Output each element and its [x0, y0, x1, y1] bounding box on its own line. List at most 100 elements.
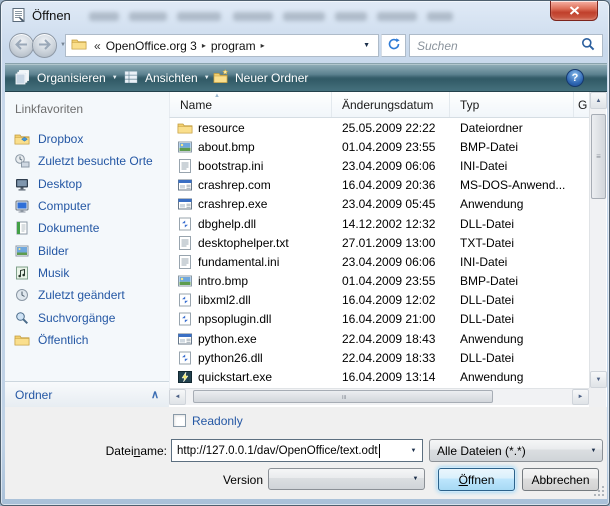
folders-expander[interactable]: Ordner ∧ — [5, 381, 169, 407]
computer-icon — [14, 198, 30, 214]
forward-button[interactable] — [32, 33, 57, 58]
table-row[interactable]: npsoplugin.dll16.04.2009 21:00DLL-Datei — [170, 310, 589, 329]
scroll-up-button[interactable]: ▲ — [590, 92, 607, 109]
sidebar-item-searches[interactable]: Suchvorgänge — [5, 306, 169, 328]
table-row[interactable]: python26.dll22.04.2009 18:33DLL-Datei — [170, 348, 589, 367]
breadcrumb-segment-openoffice[interactable]: OpenOffice.org 3 — [106, 39, 197, 53]
resize-grip[interactable] — [593, 485, 605, 497]
filename-dropdown-icon[interactable]: ▼ — [405, 440, 422, 461]
image-file-icon — [177, 139, 193, 155]
readonly-checkbox[interactable] — [173, 414, 186, 427]
breadcrumb[interactable]: « OpenOffice.org 3 ▸ program ▸ ▼ — [65, 34, 379, 57]
breadcrumb-separator-icon[interactable]: ▸ — [202, 41, 206, 50]
sidebar-item-documents[interactable]: Dokumente — [5, 217, 169, 239]
column-header-name[interactable]: Name — [170, 92, 332, 117]
file-date-cell: 01.04.2009 23:55 — [332, 274, 450, 288]
scroll-left-button[interactable]: ◄ — [169, 389, 186, 405]
horizontal-scrollbar-thumb[interactable]: ≡ — [193, 390, 493, 403]
table-row[interactable]: dbghelp.dll14.12.2002 12:32DLL-Datei — [170, 214, 589, 233]
text-file-icon — [177, 158, 193, 174]
sidebar-item-label: Zuletzt besuchte Orte — [38, 154, 153, 168]
file-type-cell: INI-Datei — [450, 255, 574, 269]
sidebar-item-music[interactable]: Musik — [5, 262, 169, 284]
breadcrumb-separator-icon[interactable]: ▸ — [261, 41, 265, 50]
sidebar-item-recently-changed[interactable]: Zuletzt geändert — [5, 284, 169, 306]
file-date-cell: 22.04.2009 18:43 — [332, 332, 450, 346]
search-input[interactable]: Suchen — [409, 34, 603, 57]
sidebar-item-label: Suchvorgänge — [38, 311, 115, 325]
horizontal-scrollbar[interactable]: ◄ ≡ ► — [169, 388, 589, 405]
table-row[interactable]: bootstrap.ini23.04.2009 06:06INI-Datei — [170, 156, 589, 175]
titlebar[interactable]: Öffnen — [1, 1, 610, 29]
open-button[interactable]: Öffnen — [438, 468, 515, 491]
column-header-type[interactable]: Typ — [450, 92, 574, 117]
file-name-cell: crashrep.com — [170, 177, 332, 193]
table-row[interactable]: python.exe22.04.2009 18:43Anwendung — [170, 329, 589, 348]
file-name: crashrep.exe — [198, 197, 267, 211]
filename-input[interactable]: http://127.0.0.1/dav/OpenOffice/text.odt… — [171, 439, 423, 462]
file-name: npsoplugin.dll — [198, 312, 271, 326]
file-name-cell: resource — [170, 120, 332, 136]
favorites-header: Linkfavoriten — [15, 102, 83, 116]
readonly-label: Readonly — [192, 414, 243, 428]
help-button[interactable]: ? — [566, 69, 584, 87]
breadcrumb-segment-program[interactable]: program — [211, 39, 256, 53]
text-file-icon — [177, 235, 193, 251]
file-name-cell: crashrep.exe — [170, 196, 332, 212]
glass-blur-decoration — [335, 12, 367, 21]
dropbox-icon — [14, 131, 30, 147]
file-date-cell: 16.04.2009 12:02 — [332, 293, 450, 307]
text-file-icon — [177, 254, 193, 270]
table-row[interactable]: desktophelper.txt27.01.2009 13:00TXT-Dat… — [170, 233, 589, 252]
organize-button[interactable]: Organisieren ▼ — [7, 67, 126, 89]
views-button[interactable]: Ansichten ▼ — [115, 67, 218, 89]
cancel-button-label: Abbrechen — [531, 473, 589, 487]
table-row[interactable]: intro.bmp01.04.2009 23:55BMP-Datei — [170, 272, 589, 291]
scroll-down-button[interactable]: ▼ — [590, 371, 607, 388]
table-row[interactable]: quickstart.exe16.04.2009 13:14Anwendung — [170, 367, 589, 386]
text-caret — [379, 444, 380, 458]
sidebar-item-desktop[interactable]: Desktop — [5, 173, 169, 195]
table-row[interactable]: about.bmp01.04.2009 23:55BMP-Datei — [170, 137, 589, 156]
sidebar-item-recent-places[interactable]: Zuletzt besuchte Orte — [5, 150, 169, 172]
file-type-cell: DLL-Datei — [450, 312, 574, 326]
scroll-right-button[interactable]: ► — [572, 389, 589, 405]
help-icon: ? — [572, 72, 579, 84]
version-select[interactable]: ▼ — [268, 468, 425, 490]
searches-icon — [14, 310, 30, 326]
file-date-cell: 01.04.2009 23:55 — [332, 140, 450, 154]
filename-label: Dateiname: — [63, 444, 167, 458]
glass-blur-decoration — [129, 12, 167, 21]
column-header-size[interactable]: G — [574, 92, 590, 117]
file-date-cell: 16.04.2009 13:14 — [332, 370, 450, 384]
sidebar-item-computer[interactable]: Computer — [5, 195, 169, 217]
cancel-button[interactable]: Abbrechen — [522, 468, 599, 491]
table-row[interactable]: crashrep.com16.04.2009 20:36MS-DOS-Anwen… — [170, 176, 589, 195]
vertical-scrollbar-thumb[interactable]: ≡ — [591, 114, 606, 199]
sidebar-item-label: Dropbox — [38, 132, 83, 146]
breadcrumb-dropdown-icon[interactable]: ▼ — [363, 42, 373, 49]
forward-arrow-icon — [38, 39, 51, 53]
table-row[interactable]: libxml2.dll16.04.2009 12:02DLL-Datei — [170, 291, 589, 310]
scroll-down-icon: ▼ — [596, 377, 602, 383]
file-name: desktophelper.txt — [198, 236, 289, 250]
filetype-value: Alle Dateien (*.*) — [437, 444, 526, 458]
table-row[interactable]: resource25.05.2009 22:22Dateiordner — [170, 118, 589, 137]
sidebar-item-dropbox[interactable]: Dropbox — [5, 128, 169, 150]
table-row[interactable]: fundamental.ini23.04.2009 06:06INI-Datei — [170, 252, 589, 271]
filetype-select[interactable]: Alle Dateien (*.*) ▼ — [429, 439, 603, 462]
table-row[interactable]: crashrep.exe23.04.2009 05:45Anwendung — [170, 195, 589, 214]
close-button[interactable] — [550, 1, 598, 21]
refresh-button[interactable] — [381, 34, 406, 57]
back-button[interactable] — [9, 33, 34, 58]
folder-file-icon — [177, 120, 193, 136]
favorites-list: Dropbox Zuletzt besuchte Orte DesktopCompu… — [5, 128, 169, 351]
column-header-date[interactable]: Änderungsdatum — [332, 92, 450, 117]
new-folder-button[interactable]: Neuer Ordner — [205, 67, 316, 89]
vertical-scrollbar[interactable]: ▲ ≡ ▼ — [589, 92, 606, 388]
breadcrumb-overflow-chevron[interactable]: « — [94, 39, 101, 53]
sidebar-item-pictures[interactable]: Bilder — [5, 239, 169, 261]
back-arrow-icon — [15, 39, 28, 53]
sidebar-item-public[interactable]: Öffentlich — [5, 329, 169, 351]
file-name: bootstrap.ini — [198, 159, 263, 173]
